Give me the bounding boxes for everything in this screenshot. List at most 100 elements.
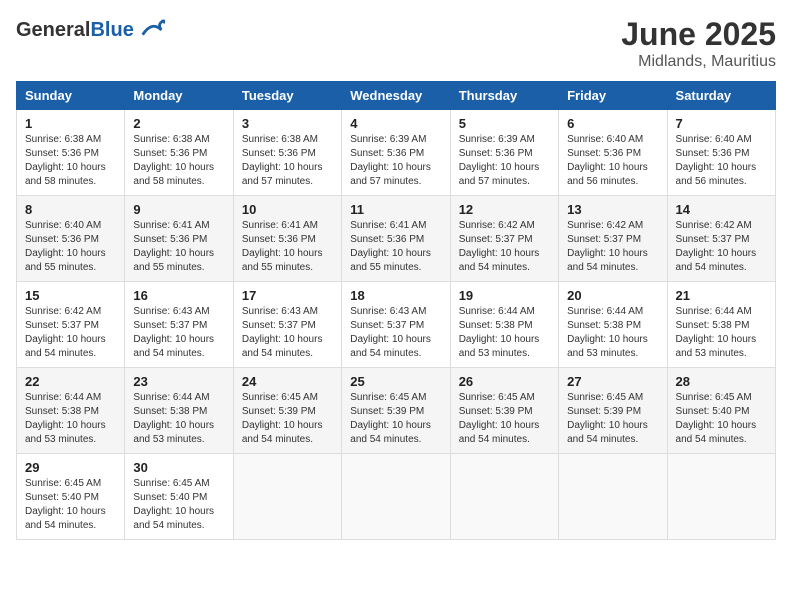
table-row: 1 Sunrise: 6:38 AMSunset: 5:36 PMDayligh…	[17, 110, 125, 196]
day-number: 28	[676, 374, 767, 389]
col-sunday: Sunday	[17, 82, 125, 110]
day-info: Sunrise: 6:45 AMSunset: 5:40 PMDaylight:…	[676, 391, 767, 447]
col-wednesday: Wednesday	[342, 82, 450, 110]
day-info: Sunrise: 6:45 AMSunset: 5:40 PMDaylight:…	[25, 477, 116, 533]
logo-general-text: General	[16, 19, 90, 41]
table-row: 26 Sunrise: 6:45 AMSunset: 5:39 PMDaylig…	[450, 368, 558, 454]
logo-icon	[138, 16, 166, 44]
calendar-week-row: 1 Sunrise: 6:38 AMSunset: 5:36 PMDayligh…	[17, 110, 776, 196]
day-number: 8	[25, 202, 116, 217]
day-number: 2	[133, 116, 224, 131]
table-row: 7 Sunrise: 6:40 AMSunset: 5:36 PMDayligh…	[667, 110, 775, 196]
day-number: 27	[567, 374, 658, 389]
day-info: Sunrise: 6:40 AMSunset: 5:36 PMDaylight:…	[567, 133, 658, 189]
calendar-header-row: Sunday Monday Tuesday Wednesday Thursday…	[17, 82, 776, 110]
day-info: Sunrise: 6:42 AMSunset: 5:37 PMDaylight:…	[25, 305, 116, 361]
table-row	[342, 454, 450, 540]
table-row: 2 Sunrise: 6:38 AMSunset: 5:36 PMDayligh…	[125, 110, 233, 196]
calendar-table: Sunday Monday Tuesday Wednesday Thursday…	[16, 81, 776, 540]
day-number: 29	[25, 460, 116, 475]
table-row: 9 Sunrise: 6:41 AMSunset: 5:36 PMDayligh…	[125, 196, 233, 282]
day-number: 25	[350, 374, 441, 389]
day-info: Sunrise: 6:40 AMSunset: 5:36 PMDaylight:…	[676, 133, 767, 189]
table-row: 6 Sunrise: 6:40 AMSunset: 5:36 PMDayligh…	[559, 110, 667, 196]
day-number: 26	[459, 374, 550, 389]
day-number: 11	[350, 202, 441, 217]
col-friday: Friday	[559, 82, 667, 110]
month-year-title: June 2025	[621, 16, 776, 53]
table-row: 28 Sunrise: 6:45 AMSunset: 5:40 PMDaylig…	[667, 368, 775, 454]
table-row: 16 Sunrise: 6:43 AMSunset: 5:37 PMDaylig…	[125, 282, 233, 368]
day-info: Sunrise: 6:45 AMSunset: 5:39 PMDaylight:…	[350, 391, 441, 447]
day-number: 7	[676, 116, 767, 131]
day-number: 6	[567, 116, 658, 131]
table-row: 25 Sunrise: 6:45 AMSunset: 5:39 PMDaylig…	[342, 368, 450, 454]
table-row: 11 Sunrise: 6:41 AMSunset: 5:36 PMDaylig…	[342, 196, 450, 282]
day-number: 9	[133, 202, 224, 217]
day-number: 20	[567, 288, 658, 303]
col-tuesday: Tuesday	[233, 82, 341, 110]
table-row: 19 Sunrise: 6:44 AMSunset: 5:38 PMDaylig…	[450, 282, 558, 368]
day-info: Sunrise: 6:44 AMSunset: 5:38 PMDaylight:…	[459, 305, 550, 361]
day-number: 23	[133, 374, 224, 389]
table-row: 30 Sunrise: 6:45 AMSunset: 5:40 PMDaylig…	[125, 454, 233, 540]
table-row: 17 Sunrise: 6:43 AMSunset: 5:37 PMDaylig…	[233, 282, 341, 368]
day-info: Sunrise: 6:45 AMSunset: 5:40 PMDaylight:…	[133, 477, 224, 533]
logo-text: GeneralBlue	[16, 19, 134, 41]
table-row: 27 Sunrise: 6:45 AMSunset: 5:39 PMDaylig…	[559, 368, 667, 454]
table-row	[559, 454, 667, 540]
day-info: Sunrise: 6:43 AMSunset: 5:37 PMDaylight:…	[242, 305, 333, 361]
day-number: 14	[676, 202, 767, 217]
day-info: Sunrise: 6:43 AMSunset: 5:37 PMDaylight:…	[350, 305, 441, 361]
day-number: 24	[242, 374, 333, 389]
table-row: 20 Sunrise: 6:44 AMSunset: 5:38 PMDaylig…	[559, 282, 667, 368]
table-row: 24 Sunrise: 6:45 AMSunset: 5:39 PMDaylig…	[233, 368, 341, 454]
day-number: 17	[242, 288, 333, 303]
day-info: Sunrise: 6:43 AMSunset: 5:37 PMDaylight:…	[133, 305, 224, 361]
table-row: 21 Sunrise: 6:44 AMSunset: 5:38 PMDaylig…	[667, 282, 775, 368]
table-row: 23 Sunrise: 6:44 AMSunset: 5:38 PMDaylig…	[125, 368, 233, 454]
day-info: Sunrise: 6:39 AMSunset: 5:36 PMDaylight:…	[350, 133, 441, 189]
table-row: 4 Sunrise: 6:39 AMSunset: 5:36 PMDayligh…	[342, 110, 450, 196]
day-number: 12	[459, 202, 550, 217]
day-info: Sunrise: 6:44 AMSunset: 5:38 PMDaylight:…	[567, 305, 658, 361]
col-saturday: Saturday	[667, 82, 775, 110]
day-info: Sunrise: 6:42 AMSunset: 5:37 PMDaylight:…	[676, 219, 767, 275]
table-row: 18 Sunrise: 6:43 AMSunset: 5:37 PMDaylig…	[342, 282, 450, 368]
day-number: 3	[242, 116, 333, 131]
table-row: 3 Sunrise: 6:38 AMSunset: 5:36 PMDayligh…	[233, 110, 341, 196]
table-row: 29 Sunrise: 6:45 AMSunset: 5:40 PMDaylig…	[17, 454, 125, 540]
day-number: 4	[350, 116, 441, 131]
page-header: GeneralBlue June 2025 Midlands, Mauritiu…	[16, 16, 776, 71]
day-number: 16	[133, 288, 224, 303]
day-info: Sunrise: 6:40 AMSunset: 5:36 PMDaylight:…	[25, 219, 116, 275]
day-info: Sunrise: 6:44 AMSunset: 5:38 PMDaylight:…	[676, 305, 767, 361]
table-row	[667, 454, 775, 540]
location-subtitle: Midlands, Mauritius	[621, 53, 776, 71]
calendar-week-row: 22 Sunrise: 6:44 AMSunset: 5:38 PMDaylig…	[17, 368, 776, 454]
calendar-week-row: 15 Sunrise: 6:42 AMSunset: 5:37 PMDaylig…	[17, 282, 776, 368]
day-info: Sunrise: 6:39 AMSunset: 5:36 PMDaylight:…	[459, 133, 550, 189]
day-number: 30	[133, 460, 224, 475]
day-info: Sunrise: 6:44 AMSunset: 5:38 PMDaylight:…	[25, 391, 116, 447]
logo-blue-text: Blue	[90, 19, 133, 41]
title-section: June 2025 Midlands, Mauritius	[621, 16, 776, 71]
table-row: 22 Sunrise: 6:44 AMSunset: 5:38 PMDaylig…	[17, 368, 125, 454]
logo: GeneralBlue	[16, 16, 166, 44]
table-row	[233, 454, 341, 540]
day-number: 19	[459, 288, 550, 303]
day-info: Sunrise: 6:44 AMSunset: 5:38 PMDaylight:…	[133, 391, 224, 447]
calendar-week-row: 8 Sunrise: 6:40 AMSunset: 5:36 PMDayligh…	[17, 196, 776, 282]
day-number: 13	[567, 202, 658, 217]
table-row: 8 Sunrise: 6:40 AMSunset: 5:36 PMDayligh…	[17, 196, 125, 282]
day-info: Sunrise: 6:42 AMSunset: 5:37 PMDaylight:…	[459, 219, 550, 275]
day-number: 22	[25, 374, 116, 389]
day-info: Sunrise: 6:42 AMSunset: 5:37 PMDaylight:…	[567, 219, 658, 275]
day-number: 10	[242, 202, 333, 217]
col-monday: Monday	[125, 82, 233, 110]
table-row: 14 Sunrise: 6:42 AMSunset: 5:37 PMDaylig…	[667, 196, 775, 282]
day-info: Sunrise: 6:41 AMSunset: 5:36 PMDaylight:…	[133, 219, 224, 275]
day-info: Sunrise: 6:38 AMSunset: 5:36 PMDaylight:…	[25, 133, 116, 189]
calendar-week-row: 29 Sunrise: 6:45 AMSunset: 5:40 PMDaylig…	[17, 454, 776, 540]
day-number: 21	[676, 288, 767, 303]
